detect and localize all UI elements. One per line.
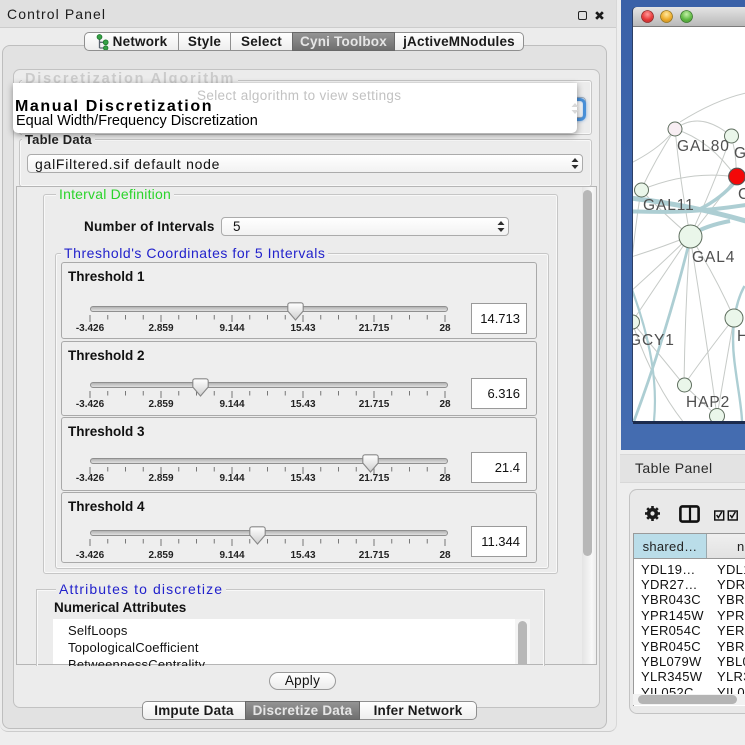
svg-text:HAP2: HAP2 (686, 394, 730, 411)
svg-text:C: C (738, 186, 745, 203)
svg-text:H: H (737, 328, 745, 345)
svg-text:G.: G. (734, 145, 745, 162)
svg-text:GAL11: GAL11 (643, 197, 695, 214)
svg-text:GAL4: GAL4 (692, 249, 735, 266)
svg-text:GCY1: GCY1 (633, 332, 675, 349)
svg-text:GAL80: GAL80 (677, 138, 730, 155)
